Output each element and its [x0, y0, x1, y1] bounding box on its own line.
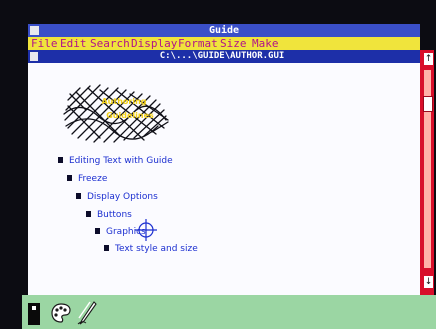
outline-item-label: Freeze: [78, 174, 108, 184]
outline-item-freeze[interactable]: Freeze: [67, 173, 107, 185]
pen-icon[interactable]: [76, 300, 98, 326]
document-path-title: C:\...\GUIDE\AUTHOR.GUI: [159, 51, 285, 61]
outline-item-text-style[interactable]: Text style and size: [104, 243, 198, 255]
palette-icon[interactable]: [50, 302, 72, 324]
scroll-down-arrow-icon[interactable]: ↓: [424, 276, 433, 288]
menu-format[interactable]: Format: [178, 37, 218, 50]
menu-make[interactable]: Make: [252, 37, 279, 50]
bullet-icon: [58, 157, 63, 163]
menu-display[interactable]: Display: [131, 37, 177, 50]
scroll-up-arrow-icon[interactable]: ↑: [424, 53, 433, 65]
menu-size[interactable]: Size: [220, 37, 247, 50]
outline-item-label: Editing Text with Guide: [69, 156, 173, 166]
outline-item-display-options[interactable]: Display Options: [76, 191, 158, 203]
bullet-icon: [86, 211, 91, 217]
menu-search[interactable]: Search: [90, 37, 130, 50]
logo-title-line2: Guidelines: [106, 111, 154, 120]
app-title: Guide: [208, 25, 240, 36]
outline-item-buttons[interactable]: Buttons: [86, 209, 132, 221]
menu-edit[interactable]: Edit: [60, 37, 87, 50]
outline-item-label: Buttons: [97, 210, 132, 220]
crosshair-cursor-icon: [135, 219, 157, 241]
outline-item-editing-text[interactable]: Editing Text with Guide: [58, 155, 173, 167]
bullet-icon: [95, 228, 100, 234]
authoring-guidelines-logo[interactable]: Authoring Guidelines: [60, 80, 180, 146]
scrollbar-thumb[interactable]: [423, 96, 433, 112]
logo-title-line1: Authoring: [101, 97, 146, 106]
bullet-icon: [67, 175, 72, 181]
document-system-menu-button[interactable]: [30, 52, 38, 61]
bullet-icon: [76, 193, 81, 199]
bullet-icon: [104, 245, 109, 251]
outline-item-label: Display Options: [87, 192, 158, 202]
pointer-tool-dot: [32, 306, 36, 310]
outline-item-label: Text style and size: [115, 244, 198, 254]
menu-file[interactable]: File: [31, 37, 58, 50]
